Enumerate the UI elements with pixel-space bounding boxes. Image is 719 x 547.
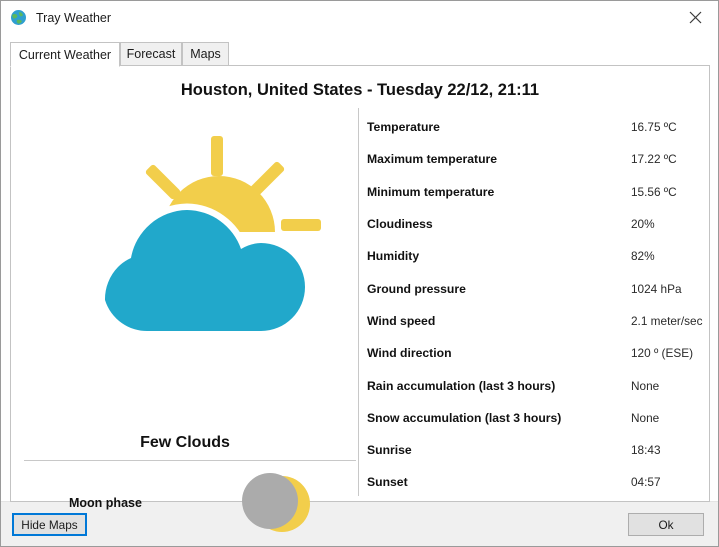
table-row: Sunrise 18:43: [367, 434, 702, 466]
table-row: Snow accumulation (last 3 hours) None: [367, 402, 702, 434]
table-row: Temperature 16.75 ºC: [367, 111, 702, 143]
table-row: Wind speed 2.1 meter/sec: [367, 305, 702, 337]
tab-strip: Current Weather Forecast Maps: [10, 42, 710, 67]
title-bar: Tray Weather: [1, 1, 718, 34]
condition-panel: Few Clouds Moon phase: [11, 106, 359, 532]
page-title: Houston, United States - Tuesday 22/12, …: [180, 81, 540, 99]
detail-value: 04:57: [631, 475, 661, 490]
tab-current-weather-label: Current Weather: [18, 47, 112, 62]
detail-value: 82%: [631, 249, 655, 264]
table-row: Ground pressure 1024 hPa: [367, 272, 702, 304]
globe-icon: [10, 9, 27, 26]
detail-label: Maximum temperature: [367, 152, 498, 167]
moon-phase-row: Moon phase: [11, 470, 359, 540]
detail-label: Cloudiness: [367, 217, 433, 232]
tab-forecast[interactable]: Forecast: [120, 42, 182, 66]
tab-current-weather[interactable]: Current Weather: [10, 42, 120, 67]
moon-phase-label: Moon phase: [69, 496, 142, 510]
detail-label: Snow accumulation (last 3 hours): [367, 410, 562, 425]
detail-value: 16.75 ºC: [631, 120, 677, 135]
detail-label: Wind speed: [367, 313, 436, 328]
table-row: Maximum temperature 17.22 ºC: [367, 143, 702, 175]
table-row: Minimum temperature 15.56 ºC: [367, 176, 702, 208]
detail-value: None: [631, 410, 660, 425]
detail-label: Wind direction: [367, 346, 452, 361]
detail-label: Sunset: [367, 475, 408, 490]
detail-value: None: [631, 378, 660, 393]
table-row: Humidity 82%: [367, 240, 702, 272]
detail-value: 15.56 ºC: [631, 184, 677, 199]
window-title: Tray Weather: [36, 10, 112, 25]
ok-label: Ok: [658, 517, 674, 532]
detail-value: 17.22 ºC: [631, 152, 677, 167]
few-clouds-icon: [43, 114, 333, 364]
detail-label: Sunrise: [367, 443, 412, 458]
detail-label: Ground pressure: [367, 281, 466, 296]
table-row: Sunset 04:57: [367, 466, 702, 498]
tab-forecast-label: Forecast: [126, 47, 176, 61]
table-row: Cloudiness 20%: [367, 208, 702, 240]
detail-value: 2.1 meter/sec: [631, 313, 703, 328]
current-weather-panel: Houston, United States - Tuesday 22/12, …: [10, 65, 710, 532]
divider-vertical: [358, 108, 359, 496]
detail-label: Temperature: [367, 120, 440, 135]
detail-value: 1024 hPa: [631, 281, 682, 296]
condition-label: Few Clouds: [140, 434, 230, 451]
close-icon[interactable]: [672, 1, 718, 33]
detail-label: Minimum temperature: [367, 184, 495, 199]
detail-value: 20%: [631, 217, 655, 232]
tray-weather-window: Tray Weather Current Weather Forecast Ma…: [0, 0, 719, 547]
tab-maps-label: Maps: [190, 47, 221, 61]
ok-button[interactable]: Ok: [628, 513, 704, 536]
divider-horizontal: [24, 460, 356, 461]
waning-crescent-moon-icon: [242, 470, 310, 538]
detail-value: 120 º (ESE): [631, 346, 694, 361]
tab-maps[interactable]: Maps: [182, 42, 229, 66]
table-row: Wind direction 120 º (ESE): [367, 337, 702, 369]
detail-value: 18:43: [631, 443, 661, 458]
moon-shadow-disc: [242, 473, 298, 529]
detail-label: Humidity: [367, 249, 420, 264]
table-row: Rain accumulation (last 3 hours) None: [367, 369, 702, 401]
detail-label: Rain accumulation (last 3 hours): [367, 378, 556, 393]
weather-details-list: Temperature 16.75 ºC Maximum temperature…: [367, 111, 702, 501]
